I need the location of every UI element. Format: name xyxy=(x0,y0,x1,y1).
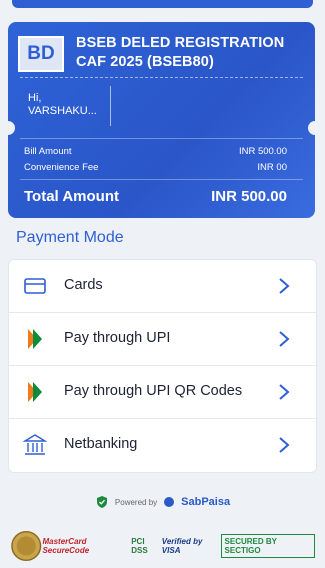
total-row: Total Amount INR 500.00 xyxy=(24,188,287,205)
pci-dss-badge: PCI DSS xyxy=(131,537,148,555)
chevron-right-icon xyxy=(279,384,290,400)
shield-check-icon xyxy=(96,496,107,508)
chevron-right-icon xyxy=(279,437,290,453)
bill-amount-label: Bill Amount xyxy=(24,146,72,157)
total-label: Total Amount xyxy=(24,188,119,205)
payment-method-label: Netbanking xyxy=(64,436,138,452)
bank-icon xyxy=(22,434,48,455)
payment-method-label: Pay through UPI QR Codes xyxy=(64,383,243,399)
bill-amount-value: INR 500.00 xyxy=(238,146,287,157)
total-value: INR 500.00 xyxy=(211,188,287,205)
merchant-logo: BD xyxy=(18,36,64,72)
seal-icon xyxy=(11,530,42,562)
convenience-fee-value: INR 00 xyxy=(257,162,287,173)
payment-method-netbanking[interactable]: Netbanking xyxy=(9,419,316,471)
convenience-fee-row: Convenience Fee INR 00 xyxy=(24,162,287,173)
payment-methods-list: Cards Pay through UPI Pay through UPI QR… xyxy=(8,259,317,473)
mastercard-badge: MasterCard SecureCode xyxy=(42,537,90,555)
payment-method-upi[interactable]: Pay through UPI xyxy=(9,313,316,366)
security-badges: MasterCard SecureCode PCI DSS Verified b… xyxy=(10,528,315,564)
upi-icon xyxy=(28,329,42,349)
chevron-right-icon xyxy=(279,331,290,347)
convenience-fee-label: Convenience Fee xyxy=(24,162,99,173)
card-divider-2 xyxy=(20,138,303,139)
user-greeting: Hi, VARSHAKU... xyxy=(28,92,97,118)
sabpaisa-brand: SabPaisa xyxy=(181,496,231,508)
bill-card: BD BSEB DELED REGISTRATION CAF 2025 (BSE… xyxy=(8,22,315,218)
card-divider xyxy=(20,77,303,78)
payment-method-label: Pay through UPI xyxy=(64,330,171,346)
top-strip xyxy=(12,0,313,8)
upi-icon xyxy=(28,382,42,402)
payment-method-cards[interactable]: Cards xyxy=(9,260,316,313)
user-name-text: VARSHAKU... xyxy=(28,105,97,117)
card-divider-3 xyxy=(20,179,303,180)
user-box: Hi, VARSHAKU... xyxy=(8,80,315,132)
payment-mode-title: Payment Mode xyxy=(16,229,124,246)
payment-method-upi-qr[interactable]: Pay through UPI QR Codes xyxy=(9,366,316,419)
powered-by-text: Powered by xyxy=(114,497,158,507)
sectigo-badge: SECURED BY SECTIGO xyxy=(220,534,315,558)
bill-amount-row: Bill Amount INR 500.00 xyxy=(24,146,287,157)
page-title: BSEB DELED REGISTRATION CAF 2025 (BSEB80… xyxy=(76,35,285,70)
card-icon xyxy=(24,278,46,294)
sabpaisa-logo-icon xyxy=(164,497,175,507)
chevron-right-icon xyxy=(279,278,290,294)
visa-badge: Verified by VISA xyxy=(161,537,203,555)
payment-method-label: Cards xyxy=(64,277,103,293)
powered-by: Powered by SabPaisa xyxy=(0,495,325,509)
user-separator xyxy=(110,86,111,126)
greeting-text: Hi, xyxy=(28,92,42,104)
